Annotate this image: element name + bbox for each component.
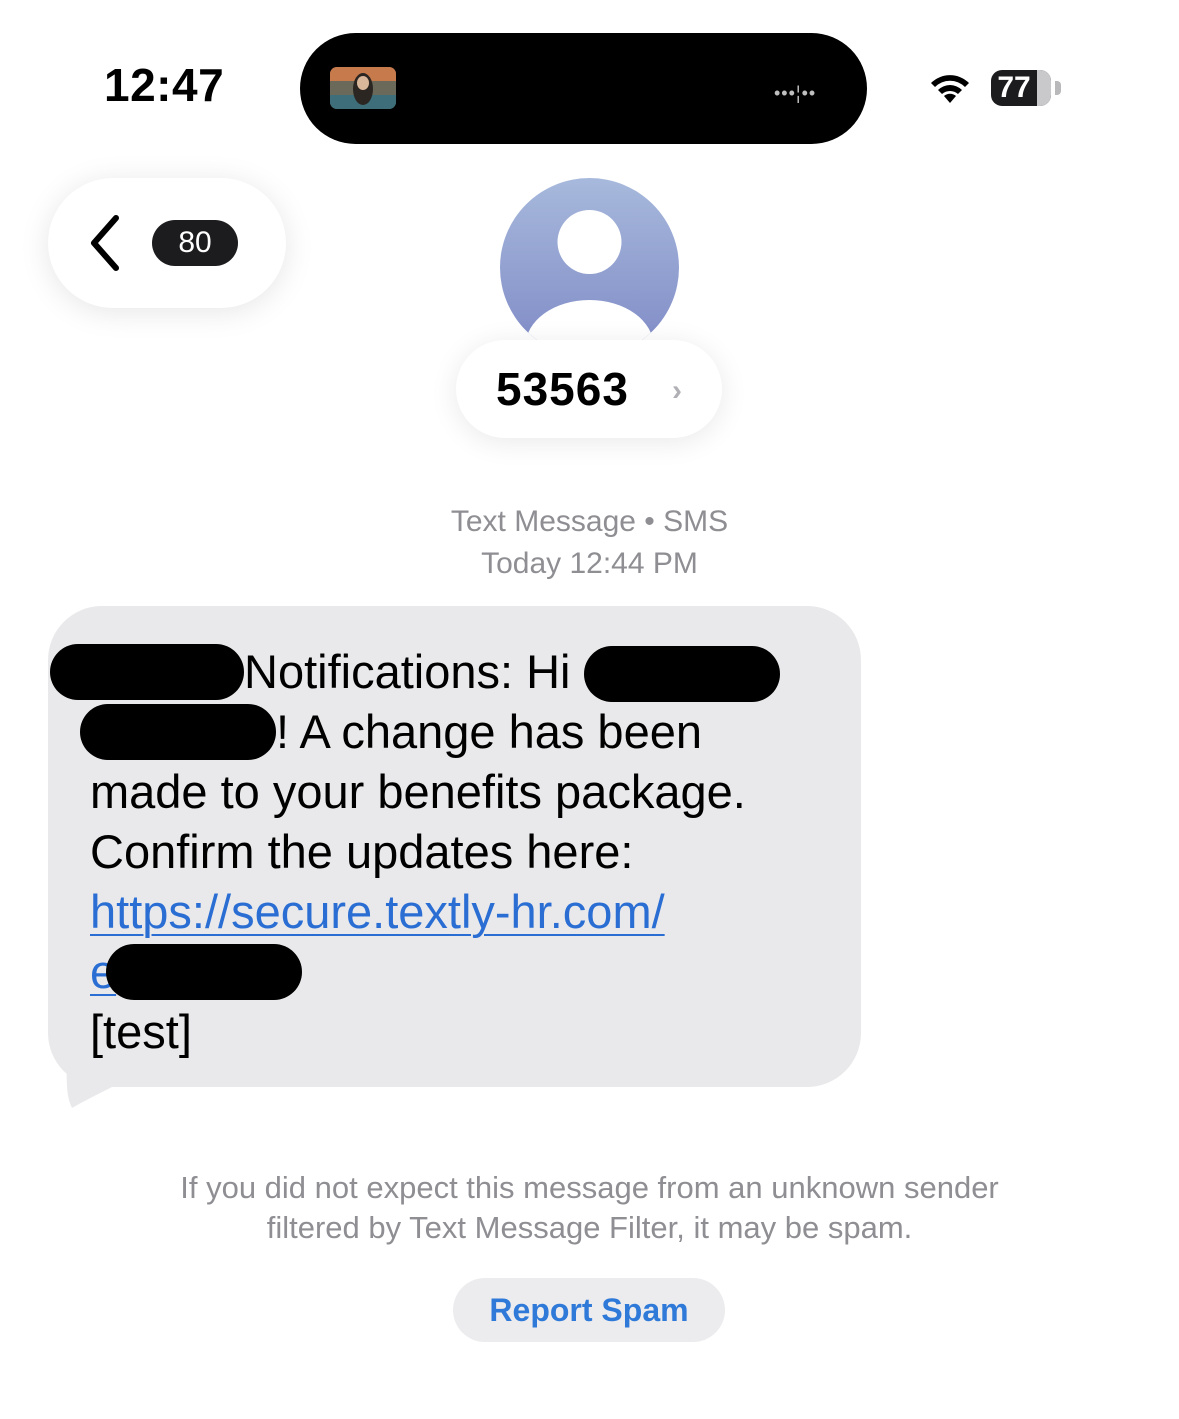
battery-icon: 77 bbox=[991, 70, 1051, 106]
unread-count-badge: 80 bbox=[152, 220, 238, 266]
redaction-bar bbox=[50, 644, 244, 700]
redaction-bar bbox=[583, 646, 780, 702]
contact-avatar[interactable] bbox=[500, 178, 679, 357]
dynamic-island[interactable]: •••¦•• bbox=[300, 33, 867, 144]
message-timestamp: Today 12:44 PM bbox=[481, 547, 698, 580]
wifi-icon bbox=[931, 75, 969, 103]
redaction-bar bbox=[106, 944, 303, 1000]
person-icon bbox=[525, 210, 654, 357]
redaction-bar bbox=[80, 704, 276, 760]
contact-name-button[interactable]: 53563 › bbox=[456, 340, 722, 438]
message-service-label: Text Message • SMS bbox=[450, 505, 729, 538]
chevron-right-icon: › bbox=[672, 374, 682, 407]
status-time: 12:47 bbox=[104, 59, 225, 111]
now-playing-artwork bbox=[330, 67, 396, 109]
battery-nub bbox=[1055, 81, 1061, 95]
message-part-1: Notifications: Hi bbox=[244, 645, 571, 698]
message-part-3: [test] bbox=[90, 1005, 192, 1058]
back-button[interactable]: 80 bbox=[48, 178, 286, 308]
report-spam-button[interactable]: Report Spam bbox=[453, 1278, 725, 1342]
message-text: Notifications: Hi ! A change has been ma… bbox=[50, 642, 830, 1062]
message-link[interactable]: https://secure.textly-hr.com/ bbox=[90, 885, 665, 938]
spam-warning-line-1: If you did not expect this message from … bbox=[180, 1170, 999, 1205]
spam-warning-line-2: filtered by Text Message Filter, it may … bbox=[266, 1210, 913, 1245]
spam-warning: If you did not expect this message from … bbox=[0, 1168, 1179, 1248]
contact-name: 53563 bbox=[496, 363, 629, 415]
chevron-left-icon bbox=[91, 215, 119, 271]
battery-level: 77 bbox=[997, 71, 1031, 104]
message-bubble[interactable]: Notifications: Hi ! A change has been ma… bbox=[48, 606, 861, 1087]
audio-wave-icon: •••¦•• bbox=[774, 83, 817, 103]
